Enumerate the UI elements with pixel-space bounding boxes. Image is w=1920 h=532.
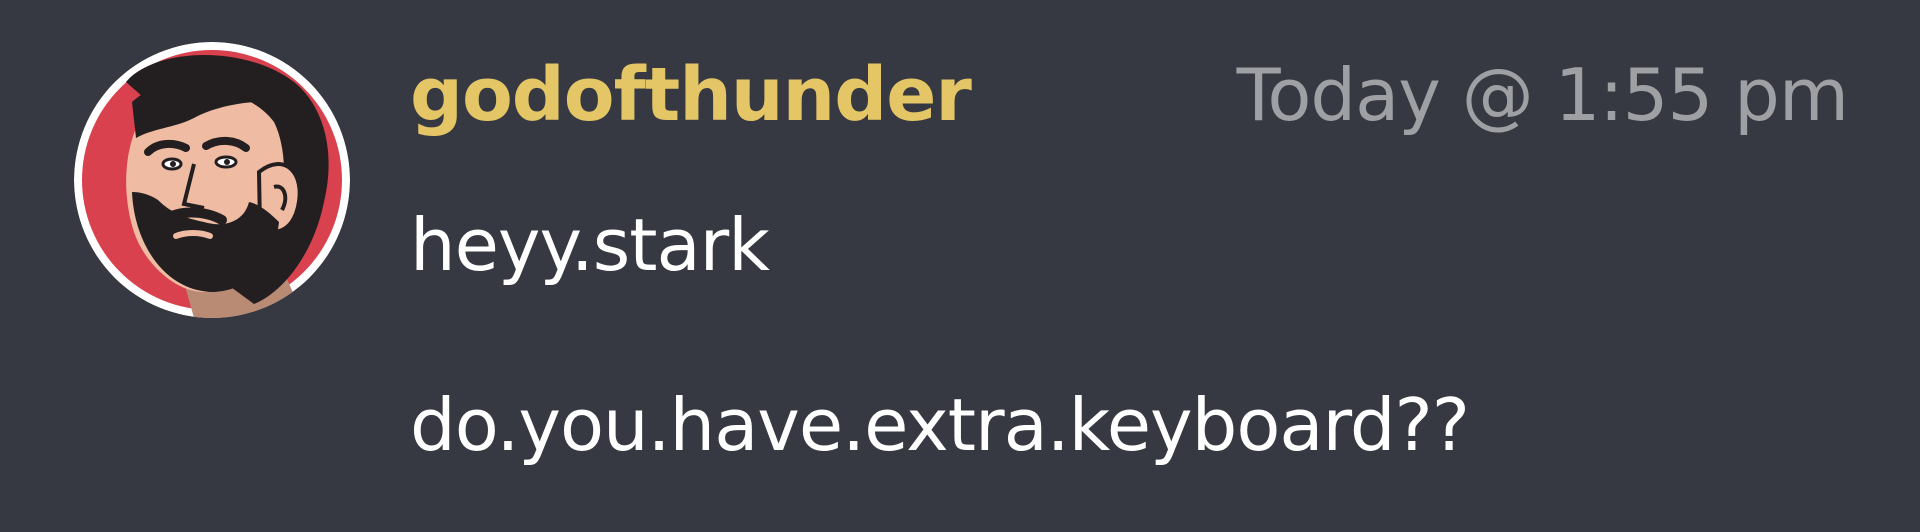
message-text-line: do.you.have.extra.keyboard?? (410, 383, 1470, 467)
avatar[interactable] (74, 42, 350, 318)
username[interactable]: godofthunder (410, 50, 972, 140)
bearded-man-avatar-icon (74, 42, 350, 318)
message-timestamp: Today @ 1:55 pm (1236, 53, 1849, 137)
message-text-line: heyy.stark (410, 203, 770, 287)
chat-message: godofthunder Today @ 1:55 pm heyy.stark … (0, 0, 1920, 532)
